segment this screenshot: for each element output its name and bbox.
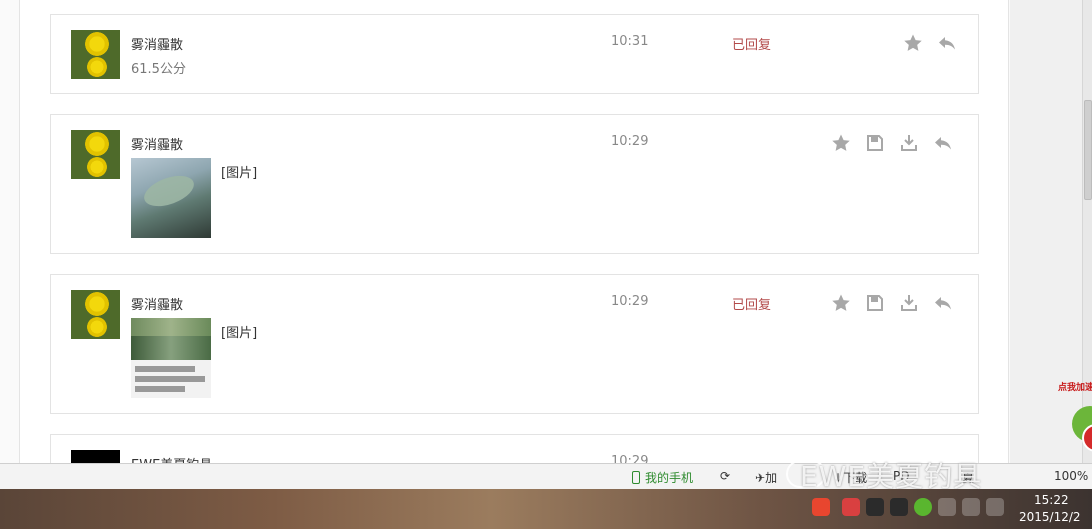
message-time: 10:29 [611,134,649,149]
sogou-input-icon[interactable] [812,498,830,516]
my-phone-label: 我的手机 [645,471,694,485]
reply-icon[interactable] [933,293,953,313]
message-time: 10:29 [611,454,649,463]
image-label: [图片] [221,326,258,341]
avatar[interactable] [71,290,120,339]
message-card[interactable]: 雾消霾散 61.5公分 10:31 已回复 [50,14,979,94]
qq-icon[interactable] [890,498,908,516]
reply-icon[interactable] [933,133,953,153]
phone-icon [632,471,640,484]
message-card[interactable]: 雾消霾散 [图片] 10:29 [50,114,979,254]
image-thumbnail[interactable] [131,158,211,238]
battery-icon[interactable] [962,498,980,516]
clock-date[interactable]: 2015/12/2 [1019,510,1081,524]
status-replied: 已回复 [732,38,772,53]
message-time: 10:29 [611,294,649,309]
reply-icon[interactable] [937,33,957,53]
star-icon[interactable] [831,133,851,153]
star-icon[interactable] [903,33,923,53]
clock-time[interactable]: 15:22 [1034,493,1069,507]
scrollbar-thumb[interactable] [1084,100,1092,200]
message-time: 10:31 [611,34,649,49]
download-icon[interactable] [899,293,919,313]
sender-name[interactable]: 雾消霾散 [131,294,183,313]
network-signal-icon[interactable] [938,498,956,516]
ad-text: 点我加速 [1058,383,1092,393]
my-phone-button[interactable]: 我的手机 [632,469,693,486]
sender-name[interactable]: 雾消霾散 [131,34,183,53]
qq-icon[interactable] [866,498,884,516]
status-replied: 已回复 [732,298,772,313]
message-card[interactable]: 雾消霾散 [图片] 10:29 已回复 [50,274,979,414]
ad-widget[interactable]: 点我加速 8 [1058,372,1092,472]
volume-icon[interactable] [986,498,1004,516]
save-icon[interactable] [865,133,885,153]
avatar[interactable] [71,30,120,79]
avatar[interactable] [71,450,120,463]
os-taskbar: 15:22 2015/12/2 [0,489,1092,529]
refresh-icon[interactable]: ⟳ [720,469,730,483]
avatar[interactable] [71,130,120,179]
message-list-panel: 雾消霾散 61.5公分 10:31 已回复 雾消霾散 [图片] 10:29 雾消… [19,0,1009,463]
add-green-icon[interactable] [914,498,932,516]
sender-name[interactable]: 雾消霾散 [131,134,183,153]
sender-name[interactable]: EWE美夏钓具 [131,454,212,463]
download-icon[interactable] [899,133,919,153]
image-thumbnail[interactable] [131,318,211,398]
image-label: [图片] [221,166,258,181]
save-icon[interactable] [865,293,885,313]
status-item-jia[interactable]: ✈加 [755,469,777,486]
zoom-level[interactable]: 100% [1054,469,1088,483]
app-tray-icon[interactable] [842,498,860,516]
message-text: 61.5公分 [131,62,186,77]
star-icon[interactable] [831,293,851,313]
